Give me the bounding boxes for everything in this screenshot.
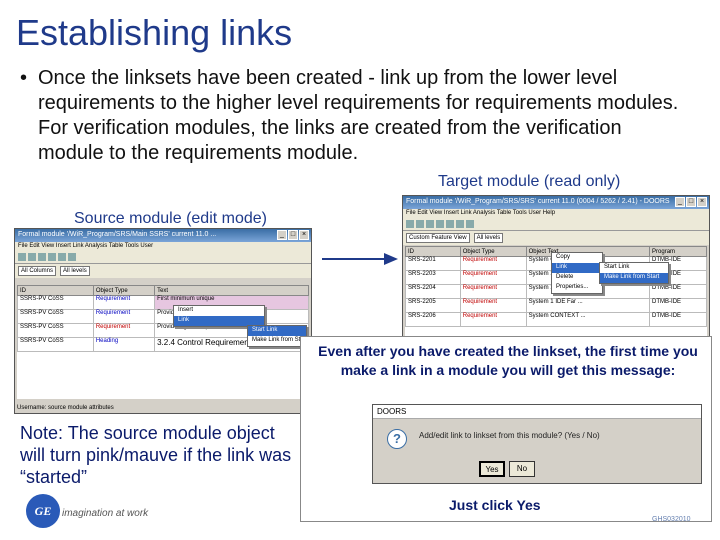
bullet-text: Once the linksets have been created - li… [38,67,679,164]
table-row[interactable]: SRS-2206 Requirement System CONTEXT ... … [405,312,707,327]
slide-title: Establishing links [16,12,293,53]
target-module-window: Formal module '/WiR_Program/SRS/SRS' cur… [402,195,710,345]
tool-icon[interactable] [406,220,414,228]
tool-icon[interactable] [466,220,474,228]
minimize-icon[interactable]: _ [675,197,685,207]
tool-icon[interactable] [28,253,36,261]
tool-icon[interactable] [446,220,454,228]
col-header[interactable]: Text [154,285,309,296]
source-module-window: Formal module '/WiR_Program/SRS/Main SSR… [14,228,312,414]
col-header[interactable]: Program [649,246,707,257]
target-context-menu: Copy Link Delete Properties... [551,252,603,294]
target-window-titlebar[interactable]: Formal module '/WiR_Program/SRS/SRS' cur… [403,196,709,209]
source-menubar[interactable]: File Edit View Insert Link Analysis Tabl… [15,242,311,252]
tool-icon[interactable] [18,253,26,261]
menu-item-insert[interactable]: Insert [174,306,264,316]
source-status-bar: Username: source module attributes [17,405,114,411]
target-link-submenu: Start Link Make Link from Start [599,262,669,284]
target-window-title: Formal module '/WiR_Program/SRS/SRS' cur… [406,198,670,205]
menu-item-start-link[interactable]: Start Link [600,263,668,273]
tool-icon[interactable] [416,220,424,228]
close-icon[interactable]: × [299,230,309,240]
source-module-label: Source module (edit mode) [74,210,267,227]
arrow-right-icon [322,253,398,265]
callout-text: Even after you have created the linkset,… [318,343,698,378]
target-toolbar [403,219,709,231]
tool-icon[interactable] [38,253,46,261]
tool-icon[interactable] [426,220,434,228]
maximize-icon[interactable]: □ [288,230,298,240]
yes-button[interactable]: Yes [479,461,505,477]
menu-item-properties[interactable]: Properties... [552,283,602,293]
bullet-symbol: • [20,67,28,89]
footer-id: GHS032010 [652,516,691,523]
tool-icon[interactable] [436,220,444,228]
tagline: imagination at work [62,508,149,519]
col-header[interactable]: Object Type [92,285,156,296]
bullet-paragraph: • Once the linksets have been created - … [20,66,680,166]
source-window-title: Formal module '/WiR_Program/SRS/Main SSR… [18,231,217,238]
target-module-label: Target module (read only) [438,173,621,190]
note-text: Note: The source module object will turn… [20,423,292,487]
minimize-icon[interactable]: _ [277,230,287,240]
menu-item-make-link[interactable]: Make Link from Start [600,273,668,283]
menu-item-start-link[interactable]: Start Link [248,326,306,336]
col-header[interactable]: ID [405,246,461,257]
ge-logo: GE [26,494,60,528]
col-header[interactable]: ID [17,285,94,296]
maximize-icon[interactable]: □ [686,197,696,207]
dialog-title: DOORS [373,405,701,419]
question-icon: ? [387,429,407,449]
source-link-submenu: Start Link Make Link from Start [247,325,307,347]
doors-dialog: DOORS ? Add/edit link to linkset from th… [372,404,702,484]
view-combo[interactable]: Custom Feature View [406,233,470,243]
source-context-menu: Insert Link [173,305,265,327]
view-combo[interactable]: All Columns [18,266,57,276]
dialog-message: Add/edit link to linkset from this modul… [419,431,600,440]
target-menubar[interactable]: File Edit View Insert Link Analysis Tabl… [403,209,709,219]
no-button[interactable]: No [509,461,535,477]
callout-action: Just click Yes [449,497,541,513]
tool-icon[interactable] [48,253,56,261]
level-combo[interactable]: All levels [473,233,504,243]
col-header[interactable]: Object Type [459,246,527,257]
menu-item-link[interactable]: Link [552,263,602,273]
table-row[interactable]: SRS-2205 Requirement System 1 IDE Far ..… [405,298,707,313]
menu-item-make-link[interactable]: Make Link from Start [248,336,307,346]
close-icon[interactable]: × [697,197,707,207]
tool-icon[interactable] [68,253,76,261]
menu-item-copy[interactable]: Copy [552,253,602,263]
tool-icon[interactable] [58,253,66,261]
menu-item-delete[interactable]: Delete [552,273,602,283]
level-combo[interactable]: All levels [60,266,90,276]
source-toolbar [15,252,311,264]
tool-icon[interactable] [456,220,464,228]
